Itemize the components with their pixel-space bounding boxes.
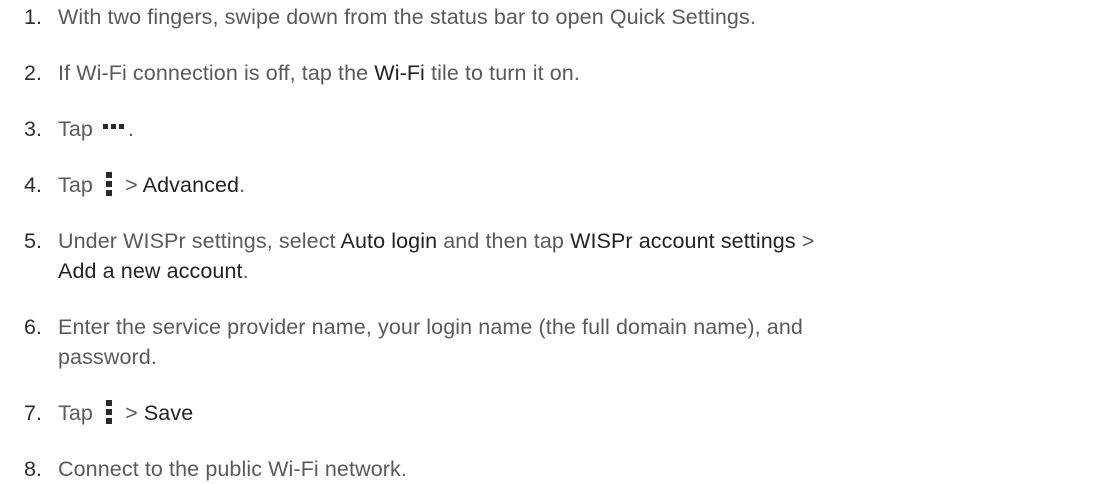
step-text-post: . (239, 173, 246, 197)
more-vertical-icon (105, 172, 113, 197)
step-text-line1: Enter the service provider name, your lo… (58, 315, 803, 339)
step-number: 5. (24, 229, 43, 253)
step-text-pre: Under WISPr settings, select (58, 229, 341, 253)
step-text-mid: and then tap (437, 229, 571, 253)
step-text-post: tile to turn it on. (424, 61, 580, 85)
step-number: 1. (24, 5, 43, 29)
step-6: 6. Enter the service provider name, your… (24, 312, 1108, 372)
step-number: 4. (24, 173, 43, 197)
step-text-pre: Tap (58, 117, 100, 141)
step-text-post: . (128, 117, 135, 141)
step-5: 5. Under WISPr settings, select Auto log… (24, 226, 1108, 286)
step-number: 6. (24, 315, 43, 339)
step-text: With two fingers, swipe down from the st… (58, 5, 756, 29)
step-text-line2: password. (58, 345, 157, 369)
step-number: 2. (24, 61, 43, 85)
step-4: 4. Tap > Advanced. (24, 170, 245, 200)
save-label: Save (143, 401, 194, 425)
add-new-account-label: Add a new account (58, 259, 243, 283)
wispr-account-settings-label: WISPr account settings (570, 229, 796, 253)
advanced-label: Advanced (142, 173, 240, 197)
more-vertical-icon (105, 400, 113, 425)
step-text-pre: Tap (58, 173, 100, 197)
step-number: 7. (24, 401, 43, 425)
step-1: 1. With two fingers, swipe down from the… (24, 2, 756, 32)
step-text-pre: Tap (58, 401, 100, 425)
more-horizontal-icon (103, 123, 125, 131)
step-text-sep: > (795, 229, 815, 253)
step-text-sep: > (119, 401, 144, 425)
wifi-tile-label: Wi-Fi (374, 61, 425, 85)
step-7: 7. Tap > Save (24, 398, 193, 428)
step-3: 3. Tap . (24, 114, 134, 144)
step-number: 8. (24, 457, 43, 481)
step-text-post: . (242, 259, 249, 283)
auto-login-label: Auto login (340, 229, 438, 253)
step-text-sep: > (119, 173, 143, 197)
step-text: Connect to the public Wi-Fi network. (58, 457, 407, 481)
step-number: 3. (24, 117, 43, 141)
step-text-pre: If Wi-Fi connection is off, tap the (58, 61, 375, 85)
step-2: 2. If Wi-Fi connection is off, tap the W… (24, 58, 580, 88)
step-8: 8. Connect to the public Wi-Fi network. (24, 454, 407, 484)
